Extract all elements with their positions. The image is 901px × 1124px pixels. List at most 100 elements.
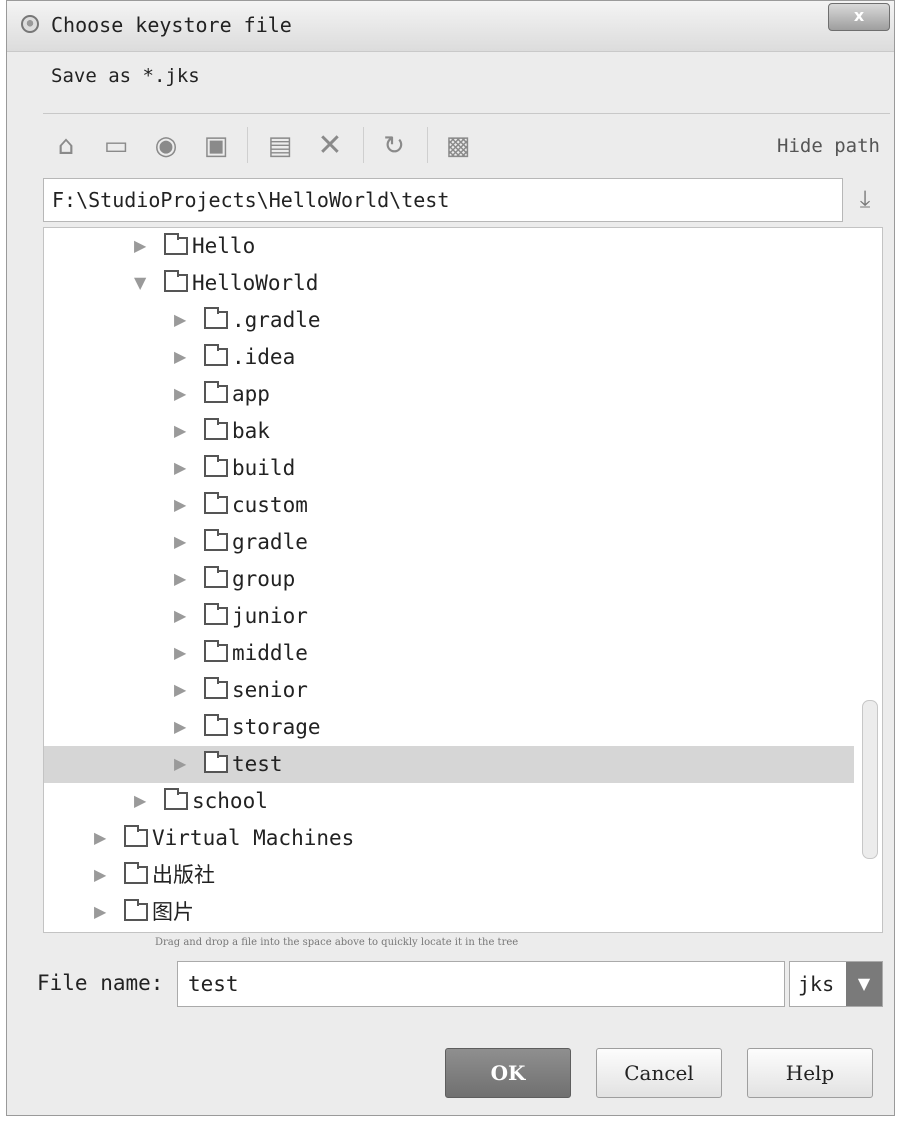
expand-arrow-icon[interactable]: ▶ bbox=[94, 828, 106, 848]
tree-row[interactable]: ▶ gradle bbox=[44, 524, 854, 561]
app-icon bbox=[21, 15, 39, 33]
folder-icon bbox=[204, 418, 228, 440]
folder-icon bbox=[204, 751, 228, 773]
folder-icon bbox=[204, 603, 228, 625]
tree-row[interactable]: ▶ Virtual Machines bbox=[44, 820, 854, 857]
folder-icon bbox=[124, 862, 148, 884]
tree-item-label: bak bbox=[232, 419, 270, 443]
path-field[interactable]: F:\StudioProjects\HelloWorld\test bbox=[43, 178, 843, 222]
file-name-label: File name: bbox=[37, 971, 164, 995]
title-bar: Choose keystore file x bbox=[7, 1, 894, 52]
expand-arrow-icon[interactable]: ▶ bbox=[174, 643, 186, 663]
expand-arrow-icon[interactable]: ▶ bbox=[174, 384, 186, 404]
new-folder-icon[interactable]: ▤ bbox=[265, 131, 295, 161]
expand-arrow-icon[interactable]: ▶ bbox=[134, 236, 146, 256]
expand-arrow-icon[interactable]: ▶ bbox=[174, 569, 186, 589]
tree-item-label: senior bbox=[232, 678, 308, 702]
folder-icon bbox=[204, 455, 228, 477]
tree-item-label: middle bbox=[232, 641, 308, 665]
ok-button[interactable]: OK bbox=[445, 1048, 571, 1098]
folder-icon bbox=[204, 381, 228, 403]
choose-keystore-dialog: Choose keystore file x Save as *.jks ⌂ ▭… bbox=[6, 0, 895, 1116]
expand-arrow-icon[interactable]: ▶ bbox=[174, 717, 186, 737]
show-hidden-icon[interactable]: ▩ bbox=[443, 131, 473, 161]
tree-row[interactable]: ▶ test bbox=[44, 746, 854, 783]
tree-item-label: storage bbox=[232, 715, 321, 739]
home-icon[interactable]: ⌂ bbox=[51, 131, 81, 161]
expand-arrow-icon[interactable]: ▶ bbox=[174, 458, 186, 478]
tree-item-label: .idea bbox=[232, 345, 296, 369]
drop-hint: Drag and drop a file into the space abov… bbox=[155, 937, 519, 948]
module-icon[interactable]: ▣ bbox=[201, 131, 231, 161]
tree-row[interactable]: ▶ middle bbox=[44, 635, 854, 672]
help-button[interactable]: Help bbox=[747, 1048, 873, 1098]
folder-icon bbox=[164, 233, 188, 255]
tree-row[interactable]: ▶ 出版社 bbox=[44, 857, 854, 894]
project-icon[interactable]: ◉ bbox=[151, 131, 181, 161]
tree-row[interactable]: ▶ bak bbox=[44, 413, 854, 450]
close-button[interactable]: x bbox=[828, 3, 890, 31]
expand-arrow-icon[interactable]: ▶ bbox=[174, 347, 186, 367]
tree-item-label: gradle bbox=[232, 530, 308, 554]
desktop-icon[interactable]: ▭ bbox=[101, 131, 131, 161]
tree-item-label: junior bbox=[232, 604, 308, 628]
folder-icon bbox=[204, 714, 228, 736]
toolbar: ⌂ ▭ ◉ ▣ ▤ ✕ ↻ ▩ Hide path bbox=[51, 125, 890, 169]
hide-path-link[interactable]: Hide path bbox=[777, 135, 880, 157]
tree-scrollbar[interactable] bbox=[862, 700, 878, 859]
tree-row[interactable]: ▶ 图片 bbox=[44, 894, 854, 931]
expand-arrow-icon[interactable]: ▶ bbox=[174, 532, 186, 552]
tree-row[interactable]: ▶ build bbox=[44, 450, 854, 487]
expand-arrow-icon[interactable]: ▶ bbox=[174, 606, 186, 626]
expand-arrow-icon[interactable]: ▶ bbox=[174, 421, 186, 441]
tree-item-label: build bbox=[232, 456, 296, 480]
tree-item-label: custom bbox=[232, 493, 308, 517]
tree-row[interactable]: ▶ app bbox=[44, 376, 854, 413]
folder-icon bbox=[204, 677, 228, 699]
tree-item-label: Hello bbox=[192, 234, 256, 258]
expand-arrow-icon[interactable]: ▶ bbox=[174, 680, 186, 700]
toolbar-separator bbox=[427, 127, 428, 163]
expand-arrow-icon[interactable]: ▶ bbox=[134, 791, 146, 811]
path-download-icon[interactable]: ⤓ bbox=[852, 183, 878, 215]
expand-arrow-icon[interactable]: ▶ bbox=[174, 310, 186, 330]
tree-item-label: test bbox=[232, 752, 283, 776]
tree-row[interactable]: ▼ HelloWorld bbox=[44, 265, 854, 302]
tree-row[interactable]: ▶ .gradle bbox=[44, 302, 854, 339]
tree-row[interactable]: ▶ .idea bbox=[44, 339, 854, 376]
tree-item-label: 图片 bbox=[152, 900, 194, 924]
tree-row[interactable]: ▶ Hello bbox=[44, 228, 854, 265]
tree-row[interactable]: ▶ group bbox=[44, 561, 854, 598]
expand-arrow-open-icon[interactable]: ▼ bbox=[134, 273, 146, 293]
file-tree[interactable]: ▶ 图片 ▶ 出版社 ▶ Virtual Machines ▶ school ▶ test ▶ sto… bbox=[43, 227, 883, 933]
delete-icon[interactable]: ✕ bbox=[315, 131, 345, 161]
expand-arrow-icon[interactable]: ▶ bbox=[174, 754, 186, 774]
separator bbox=[43, 113, 890, 114]
tree-item-label: 出版社 bbox=[152, 863, 215, 887]
dialog-description: Save as *.jks bbox=[51, 65, 200, 87]
file-type-select[interactable]: jks ▼ bbox=[789, 961, 883, 1007]
file-name-input[interactable]: test bbox=[177, 961, 785, 1007]
tree-row[interactable]: ▶ storage bbox=[44, 709, 854, 746]
expand-arrow-icon[interactable]: ▶ bbox=[94, 902, 106, 922]
refresh-icon[interactable]: ↻ bbox=[379, 131, 409, 161]
folder-icon bbox=[164, 270, 188, 292]
tree-item-label: .gradle bbox=[232, 308, 321, 332]
toolbar-separator bbox=[247, 127, 248, 163]
folder-icon bbox=[204, 344, 228, 366]
folder-icon bbox=[204, 640, 228, 662]
expand-arrow-icon[interactable]: ▶ bbox=[94, 865, 106, 885]
folder-icon bbox=[124, 899, 148, 921]
tree-row[interactable]: ▶ senior bbox=[44, 672, 854, 709]
expand-arrow-icon[interactable]: ▶ bbox=[174, 495, 186, 515]
tree-item-label: group bbox=[232, 567, 296, 591]
tree-row[interactable]: ▶ school bbox=[44, 783, 854, 820]
folder-icon bbox=[124, 825, 148, 847]
chevron-down-icon[interactable]: ▼ bbox=[846, 962, 882, 1006]
file-type-value: jks bbox=[798, 972, 835, 996]
tree-item-label: HelloWorld bbox=[192, 271, 319, 295]
cancel-button[interactable]: Cancel bbox=[596, 1048, 722, 1098]
tree-row[interactable]: ▶ custom bbox=[44, 487, 854, 524]
toolbar-separator bbox=[363, 127, 364, 163]
tree-row[interactable]: ▶ junior bbox=[44, 598, 854, 635]
